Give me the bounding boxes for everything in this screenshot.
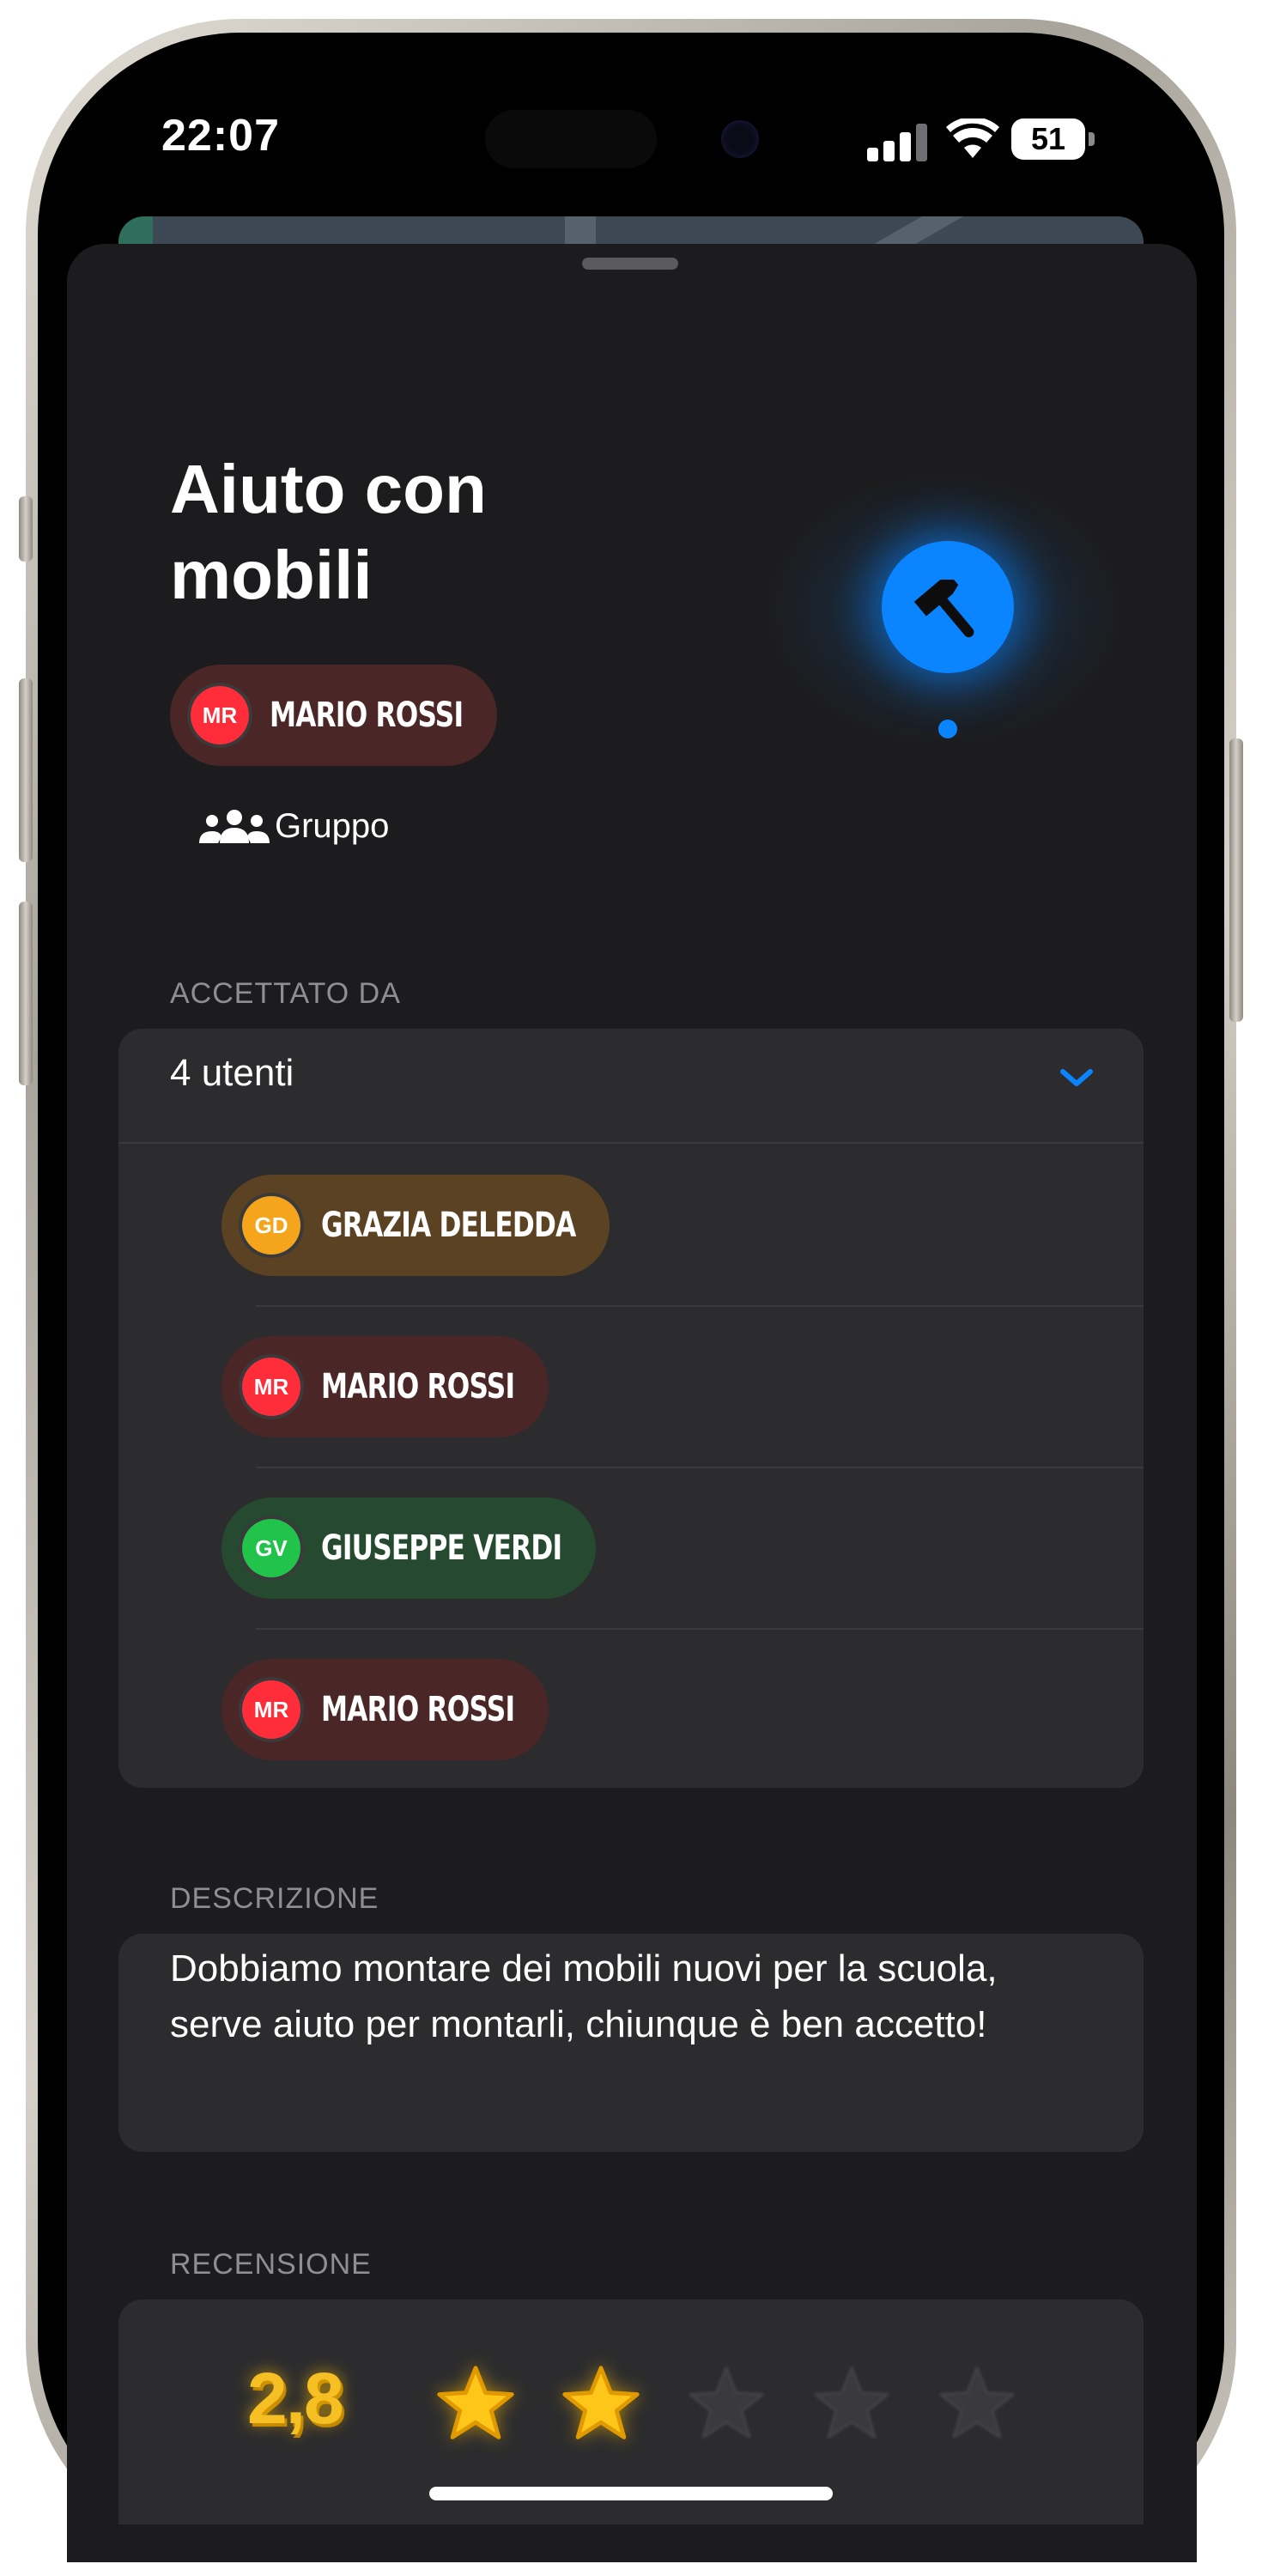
- divider: [256, 1467, 1144, 1468]
- cellular-signal-icon: [867, 122, 927, 161]
- accepted-user-chip[interactable]: GD GRAZIA DELEDDA: [221, 1175, 610, 1276]
- avatar: MR: [242, 1358, 300, 1416]
- category-badge: [882, 541, 1014, 673]
- dynamic-island: [485, 110, 657, 168]
- star-empty-icon[interactable]: [685, 2363, 768, 2445]
- accepted-user-chip[interactable]: MR MARIO ROSSI: [221, 1336, 549, 1437]
- accepted-user-name: GIUSEPPE VERDI: [321, 1528, 562, 1568]
- accepted-user-name: MARIO ROSSI: [321, 1367, 515, 1406]
- location-dot: [938, 720, 957, 738]
- review-section-label: RECENSIONE: [170, 2248, 372, 2281]
- page-title: Aiuto con mobili: [170, 451, 487, 613]
- power-button: [1229, 738, 1243, 1022]
- action-button: [19, 496, 33, 562]
- accepted-user-chip[interactable]: GV GIUSEPPE VERDI: [221, 1498, 596, 1599]
- accepted-count[interactable]: 4 utenti: [170, 1052, 294, 1095]
- description-text: Dobbiamo montare dei mobili nuovi per la…: [170, 1947, 998, 2045]
- accepted-user-name: MARIO ROSSI: [321, 1690, 515, 1729]
- status-time: 22:07: [161, 111, 280, 161]
- volume-up-button: [19, 678, 33, 862]
- mode-indicator: Gruppo: [199, 807, 389, 846]
- avatar: MR: [191, 686, 249, 744]
- front-camera: [721, 120, 759, 158]
- accepted-user-chip[interactable]: MR MARIO ROSSI: [221, 1659, 549, 1760]
- star-filled-icon[interactable]: [434, 2363, 517, 2445]
- divider: [256, 1628, 1144, 1630]
- avatar: MR: [242, 1680, 300, 1739]
- wifi-icon: [946, 118, 999, 158]
- sheet-grabber[interactable]: [582, 258, 678, 270]
- description-section-label: DESCRIZIONE: [170, 1882, 379, 1915]
- rating-value: 2,8: [247, 2358, 344, 2439]
- battery-tip: [1089, 132, 1095, 146]
- hammer-icon: [913, 579, 974, 638]
- avatar: GD: [242, 1196, 300, 1255]
- star-empty-icon[interactable]: [810, 2363, 893, 2445]
- divider: [118, 1142, 1144, 1144]
- chevron-down-icon[interactable]: [1059, 1068, 1094, 1089]
- mode-label: Gruppo: [275, 807, 390, 845]
- accepted-section-label: ACCETTATO DA: [170, 977, 401, 1010]
- group-icon: [199, 809, 270, 843]
- accepted-user-name: GRAZIA DELEDDA: [321, 1206, 576, 1245]
- star-filled-icon[interactable]: [560, 2363, 642, 2445]
- star-empty-icon[interactable]: [936, 2363, 1018, 2445]
- volume-down-button: [19, 902, 33, 1085]
- avatar: GV: [242, 1519, 300, 1577]
- battery-indicator: 51: [1011, 118, 1085, 160]
- divider: [256, 1305, 1144, 1307]
- owner-chip[interactable]: MR MARIO ROSSI: [170, 665, 497, 766]
- home-indicator[interactable]: [429, 2487, 833, 2500]
- owner-name: MARIO ROSSI: [270, 696, 464, 735]
